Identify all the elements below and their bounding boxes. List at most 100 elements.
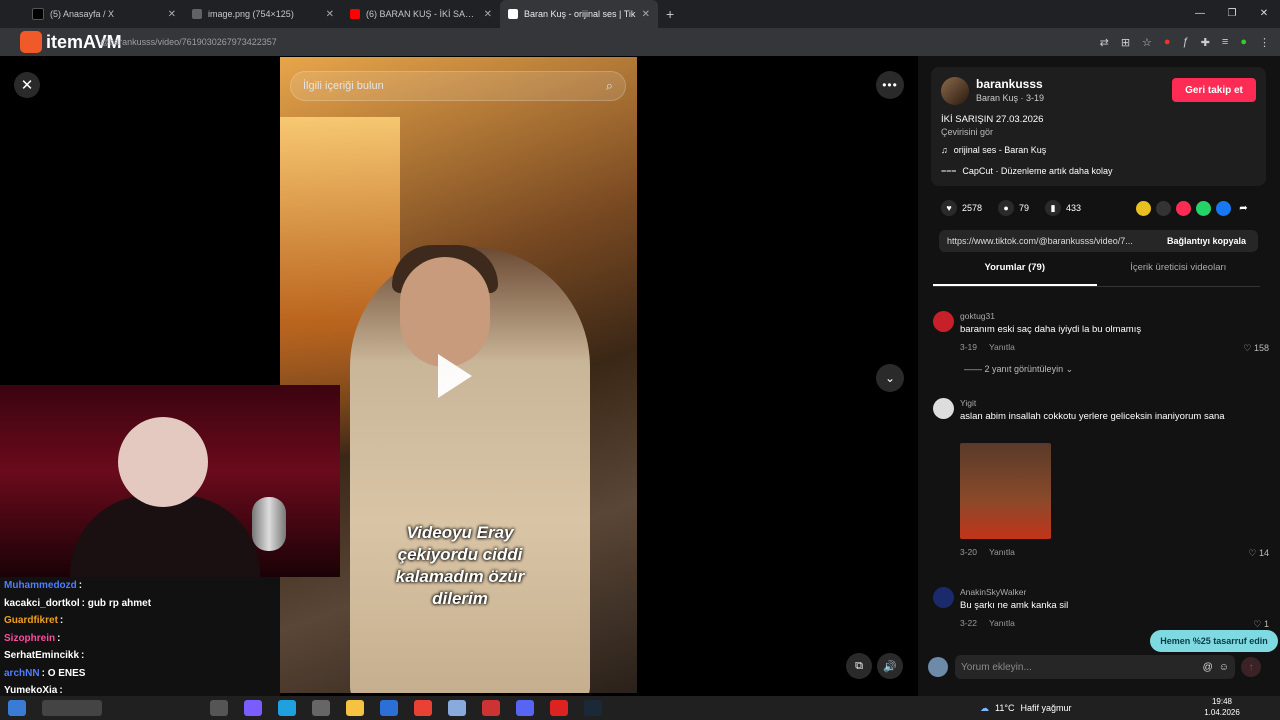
- copilot-icon[interactable]: [244, 700, 262, 716]
- search-input[interactable]: İlgili içeriği bulun ⌕: [290, 71, 626, 101]
- reply-button[interactable]: Yanıtla: [989, 618, 1015, 628]
- logo-icon: [20, 31, 42, 53]
- extension-icon[interactable]: ƒ: [1183, 36, 1189, 48]
- embed-icon[interactable]: [1156, 201, 1171, 216]
- clock-time: 19:48: [1211, 697, 1233, 706]
- comment-text: aslan abim insallah cokkotu yerlere geli…: [960, 411, 1225, 422]
- browser-tab[interactable]: (6) BARAN KUŞ - İKİ SARIŞIN (C ✕: [342, 0, 500, 28]
- avatar[interactable]: [933, 587, 954, 608]
- copy-link-button[interactable]: Bağlantıyı kopyala: [1167, 236, 1258, 246]
- facebook-icon[interactable]: [1216, 201, 1231, 216]
- avatar[interactable]: [933, 398, 954, 419]
- task-view-icon[interactable]: [210, 700, 228, 716]
- mail-icon[interactable]: [380, 700, 398, 716]
- avatar[interactable]: [933, 311, 954, 332]
- edge-icon[interactable]: [278, 700, 296, 716]
- comment-user[interactable]: goktug31: [960, 311, 995, 321]
- play-icon[interactable]: [438, 354, 472, 398]
- system-clock[interactable]: 19:48 1.04.2026: [1200, 696, 1244, 718]
- close-button[interactable]: ✕: [14, 72, 40, 98]
- heart-outline-icon[interactable]: ♡: [1243, 343, 1251, 353]
- promo-badge[interactable]: Hemen %25 tasarruf edin: [1150, 630, 1278, 652]
- comment-input[interactable]: Yorum ekleyin... @ ☺: [955, 655, 1235, 679]
- comment-like[interactable]: ♡ 1: [1253, 619, 1269, 630]
- translate-icon[interactable]: ⇄: [1100, 36, 1109, 49]
- bookmark-icon[interactable]: ▮: [1045, 200, 1062, 216]
- comment-stat[interactable]: ● 79: [998, 200, 1029, 216]
- close-tab-icon[interactable]: ✕: [484, 9, 492, 20]
- capcut-link[interactable]: ⩶ CapCut · Düzenleme artık daha kolay: [941, 165, 1113, 176]
- media-icon[interactable]: ≡: [1222, 36, 1228, 48]
- store-icon[interactable]: [312, 700, 330, 716]
- more-options-button[interactable]: •••: [876, 71, 904, 99]
- comment-meta: 3-20 Yanıtla: [960, 547, 1015, 557]
- reply-button[interactable]: Yanıtla: [989, 342, 1015, 352]
- comment-user[interactable]: AnakinSkyWalker: [960, 587, 1026, 597]
- sound-link[interactable]: ♫ orijinal ses - Baran Kuş: [941, 145, 1046, 155]
- comment-meta: 3-19 Yanıtla: [960, 342, 1015, 352]
- weather-widget[interactable]: ☁ 11°C Hafif yağmur: [980, 696, 1071, 720]
- obs-icon[interactable]: [550, 700, 568, 716]
- view-replies-button[interactable]: —— 2 yanıt görüntüleyin ⌄: [964, 364, 1073, 375]
- tab-comments[interactable]: Yorumlar (79): [933, 262, 1097, 286]
- heart-icon[interactable]: ♥: [941, 200, 957, 216]
- chat-user: Sizophrein: [4, 632, 56, 644]
- close-tab-icon[interactable]: ✕: [642, 9, 650, 20]
- url-text: @barankusss/video/7619030267973422357: [100, 37, 277, 47]
- search-box[interactable]: [42, 700, 102, 716]
- post-link[interactable]: https://www.tiktok.com/@barankusss/video…: [939, 236, 1167, 246]
- install-icon[interactable]: ⊞: [1121, 36, 1130, 49]
- app-icon[interactable]: [448, 700, 466, 716]
- follow-back-button[interactable]: Geri takip et: [1172, 78, 1256, 102]
- profile-icon[interactable]: ●: [1240, 36, 1247, 48]
- maximize-icon[interactable]: ❐: [1216, 0, 1248, 28]
- new-tab-button[interactable]: +: [666, 6, 674, 22]
- comment-date: 3-22: [960, 618, 978, 628]
- heart-outline-icon[interactable]: ♡: [1248, 548, 1256, 558]
- send-icon[interactable]: [1176, 201, 1191, 216]
- comment-user[interactable]: Yigit: [960, 398, 976, 408]
- menu-icon[interactable]: ⋮: [1259, 36, 1270, 49]
- volume-button[interactable]: 🔊: [877, 653, 903, 679]
- save-stat[interactable]: ▮ 433: [1045, 200, 1081, 216]
- repost-icon[interactable]: [1136, 201, 1151, 216]
- close-tab-icon[interactable]: ✕: [168, 9, 176, 20]
- puzzle-icon[interactable]: ✚: [1201, 36, 1210, 49]
- extension-icon[interactable]: ●: [1164, 36, 1171, 48]
- minimize-icon[interactable]: —: [1184, 0, 1216, 28]
- discord-icon[interactable]: [516, 700, 534, 716]
- like-stat[interactable]: ♥ 2578: [941, 200, 982, 216]
- chrome-icon[interactable]: [414, 700, 432, 716]
- video-person-face: [400, 257, 490, 367]
- send-comment-button[interactable]: ↑: [1241, 657, 1261, 677]
- search-icon[interactable]: ⌕: [606, 78, 613, 94]
- browser-tab-active[interactable]: Baran Kuş - orijinal ses | Tik ✕: [500, 0, 658, 28]
- folder-icon[interactable]: [346, 700, 364, 716]
- comment-image[interactable]: [960, 443, 1051, 539]
- comment-date: 3-19: [960, 342, 978, 352]
- steam-icon[interactable]: [584, 700, 602, 716]
- app-icon[interactable]: [482, 700, 500, 716]
- star-icon[interactable]: ☆: [1142, 36, 1152, 49]
- close-window-icon[interactable]: ✕: [1248, 0, 1280, 28]
- whatsapp-icon[interactable]: [1196, 201, 1211, 216]
- see-translation-link[interactable]: Çevirisini gör: [941, 127, 993, 137]
- next-video-button[interactable]: ⌄: [876, 364, 904, 392]
- comment-like[interactable]: ♡ 14: [1248, 548, 1269, 559]
- emoji-icon[interactable]: ☺: [1219, 662, 1229, 673]
- floating-player-button[interactable]: ⧉: [846, 653, 872, 679]
- comment-icon[interactable]: ●: [998, 200, 1015, 216]
- mention-icon[interactable]: @: [1203, 662, 1213, 673]
- browser-tab[interactable]: (5) Anasayfa / X ✕: [24, 0, 184, 28]
- start-icon[interactable]: [8, 700, 26, 716]
- tab-creator-videos[interactable]: İçerik üreticisi videoları: [1097, 262, 1261, 286]
- address-bar[interactable]: @barankusss/video/7619030267973422357: [100, 32, 277, 52]
- browser-tab[interactable]: image.png (754×125) ✕: [184, 0, 342, 28]
- post-username[interactable]: barankusss: [976, 77, 1043, 91]
- comment-like[interactable]: ♡ 158: [1243, 343, 1269, 354]
- reply-button[interactable]: Yanıtla: [989, 547, 1015, 557]
- close-tab-icon[interactable]: ✕: [326, 9, 334, 20]
- avatar[interactable]: [941, 77, 969, 105]
- heart-outline-icon[interactable]: ♡: [1253, 619, 1261, 629]
- share-arrow-icon[interactable]: ➦: [1236, 201, 1251, 216]
